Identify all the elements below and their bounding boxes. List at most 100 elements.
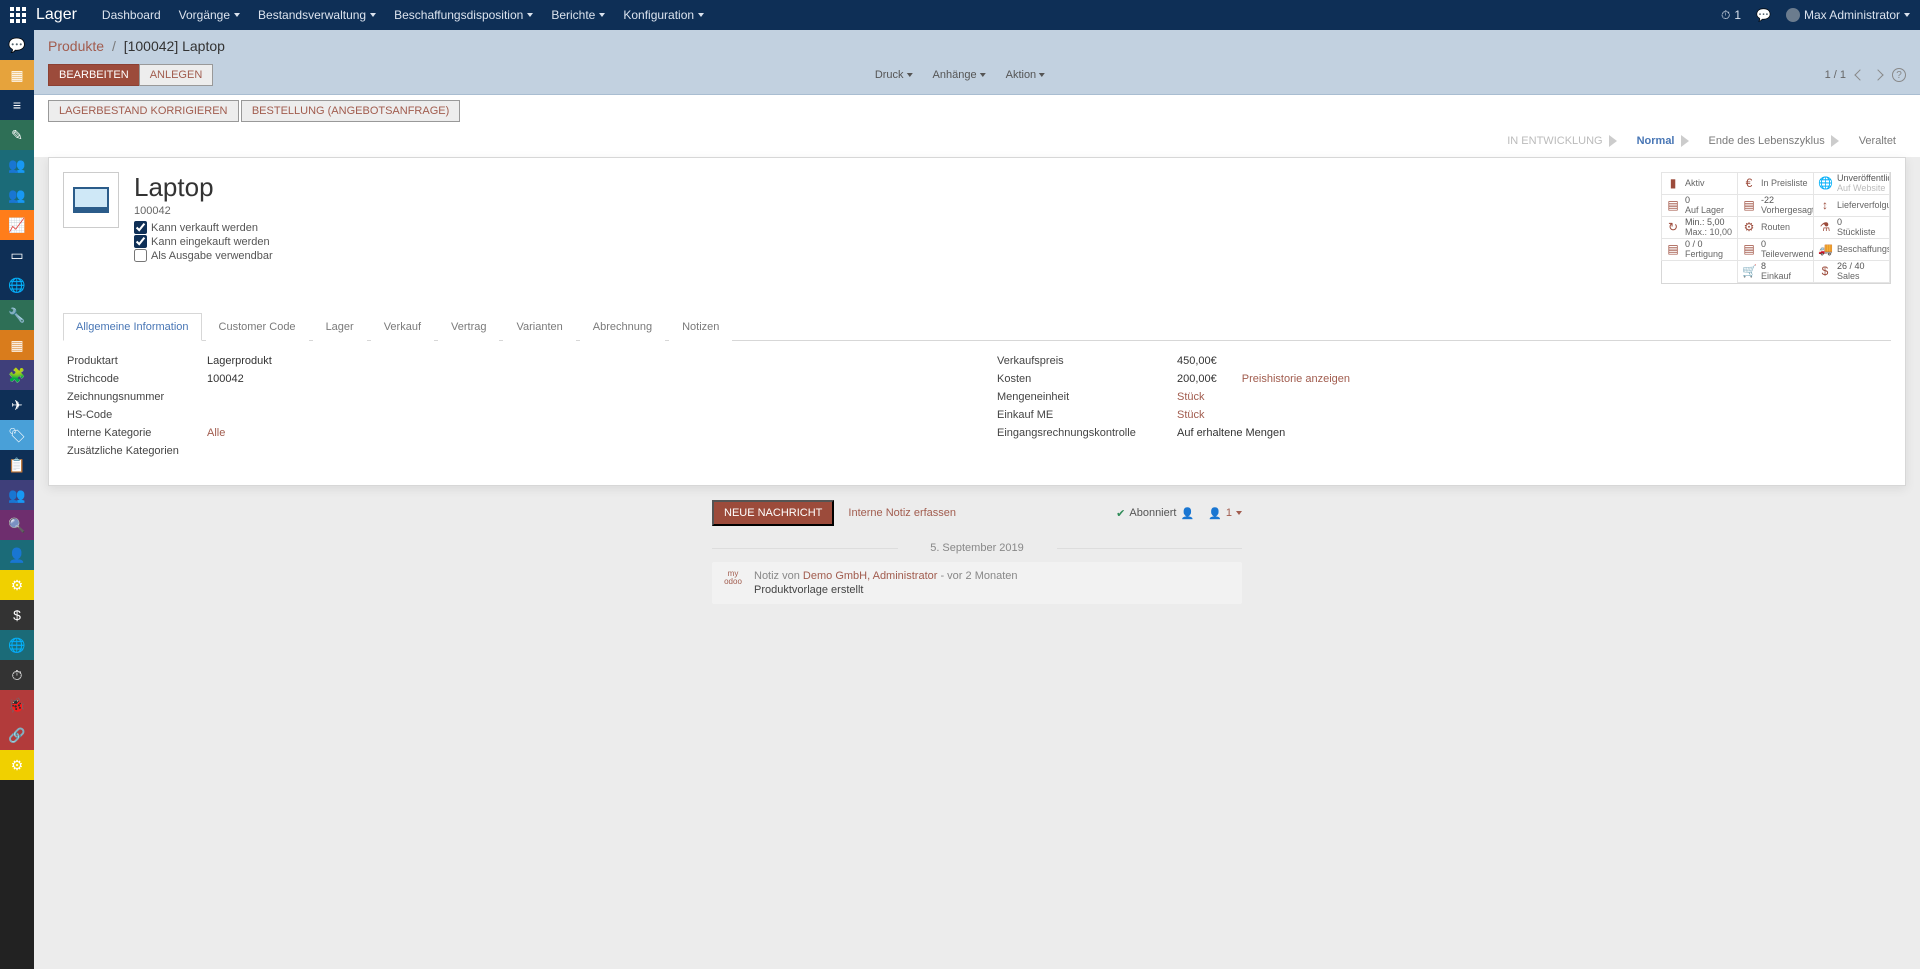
stage-dev[interactable]: IN ENTWICKLUNG <box>1497 131 1626 151</box>
rail-item-13[interactable]: 🏷 <box>0 420 34 450</box>
lbl-product-type: Produktart <box>67 355 187 367</box>
stat-reorder[interactable]: ↻Min.: 5,00Max.: 10,00 <box>1661 216 1738 239</box>
stat-used-in[interactable]: ▤0Teileverwend... <box>1737 238 1814 261</box>
tab-general[interactable]: Allgemeine Information <box>63 313 202 341</box>
stat-procurement[interactable]: 🚚Beschaffungs... <box>1813 238 1890 261</box>
action-menu[interactable]: Aktion <box>1006 69 1046 81</box>
stat-website[interactable]: 🌐Unveröffentlic...Auf Website <box>1813 172 1890 195</box>
tab-customer-code[interactable]: Customer Code <box>206 313 309 341</box>
stat-bom[interactable]: ⚗0Stückliste <box>1813 216 1890 239</box>
chatter: NEUE NACHRICHT Interne Notiz erfassen ✔A… <box>712 500 1242 604</box>
rail-item-20[interactable]: 🌐 <box>0 630 34 660</box>
message-author[interactable]: Demo GmbH, Administrator <box>803 570 937 582</box>
attachments-menu[interactable]: Anhänge <box>933 69 986 81</box>
price-history-link[interactable]: Preishistorie anzeigen <box>1242 373 1350 385</box>
rail-item-2[interactable]: ≡ <box>0 90 34 120</box>
breadcrumb-root[interactable]: Produkte <box>48 38 104 54</box>
rail-item-18[interactable]: ⚙ <box>0 570 34 600</box>
tab-variants[interactable]: Varianten <box>503 313 575 341</box>
rail-item-1[interactable]: ▦ <box>0 60 34 90</box>
rail-item-22[interactable]: 🐞 <box>0 690 34 720</box>
follow-button[interactable]: ✔Abonniert 👤 <box>1116 507 1194 520</box>
tab-sales[interactable]: Verkauf <box>371 313 434 341</box>
stat-traceability[interactable]: ↕Lieferverfolgu... <box>1813 194 1890 217</box>
lbl-category: Interne Kategorie <box>67 427 187 439</box>
followers-button[interactable]: 👤 1 <box>1208 507 1242 520</box>
tab-notes[interactable]: Notizen <box>669 313 732 341</box>
stat-pricelist[interactable]: €In Preisliste <box>1737 172 1814 195</box>
lbl-cost: Kosten <box>997 373 1157 385</box>
stat-onhand[interactable]: ▤0Auf Lager <box>1661 194 1738 217</box>
create-rfq-button[interactable]: BESTELLUNG (ANGEBOTSANFRAGE) <box>241 100 460 122</box>
breadcrumb-current: [100042] Laptop <box>124 38 225 54</box>
rail-item-0[interactable]: 💬 <box>0 30 34 60</box>
menu-dashboard[interactable]: Dashboard <box>102 8 161 22</box>
stat-sales[interactable]: $26 / 40Sales <box>1813 260 1890 283</box>
sale-ok-check[interactable]: Kann verkauft werden <box>134 221 273 234</box>
print-menu[interactable]: Druck <box>875 69 913 81</box>
val-list-price: 450,00€ <box>1177 355 1887 367</box>
stat-active[interactable]: ▮Aktiv <box>1661 172 1738 195</box>
rail-item-10[interactable]: ▦ <box>0 330 34 360</box>
rail-item-6[interactable]: 📈 <box>0 210 34 240</box>
tab-accounting[interactable]: Abrechnung <box>580 313 665 341</box>
menu-konfiguration[interactable]: Konfiguration <box>623 8 704 22</box>
caret-icon <box>370 13 376 17</box>
menu-berichte[interactable]: Berichte <box>551 8 605 22</box>
message-meta: Notiz von Demo GmbH, Administrator - vor… <box>754 570 1018 582</box>
purchase-ok-check[interactable]: Kann eingekauft werden <box>134 235 273 248</box>
help-icon[interactable]: ? <box>1892 68 1906 82</box>
product-image[interactable] <box>63 172 119 228</box>
stage-eol[interactable]: Ende des Lebenszyklus <box>1699 131 1849 151</box>
val-uom[interactable]: Stück <box>1177 391 1205 403</box>
update-qty-button[interactable]: LAGERBESTAND KORRIGIEREN <box>48 100 239 122</box>
rail-item-8[interactable]: 🌐 <box>0 270 34 300</box>
rail-item-24[interactable]: ⚙ <box>0 750 34 780</box>
user-menu[interactable]: Max Administrator <box>1786 8 1910 22</box>
menu-beschaffung[interactable]: Beschaffungsdisposition <box>394 8 533 22</box>
stage-bar: IN ENTWICKLUNG Normal Ende des Lebenszyk… <box>34 127 1920 157</box>
top-menu: Dashboard Vorgänge Bestandsverwaltung Be… <box>102 8 704 22</box>
caret-icon <box>234 13 240 17</box>
edit-button[interactable]: BEARBEITEN <box>48 64 140 86</box>
rail-item-3[interactable]: ✎ <box>0 120 34 150</box>
stat-forecast[interactable]: ▤-22Vorhergesagt <box>1737 194 1814 217</box>
rail-item-4[interactable]: 👥 <box>0 150 34 180</box>
rail-item-15[interactable]: 👥 <box>0 480 34 510</box>
apps-icon[interactable] <box>10 7 26 23</box>
pager-prev[interactable] <box>1854 69 1865 80</box>
rail-item-21[interactable]: ⏱ <box>0 660 34 690</box>
menu-bestand[interactable]: Bestandsverwaltung <box>258 8 376 22</box>
create-button[interactable]: ANLEGEN <box>139 64 214 86</box>
stage-normal[interactable]: Normal <box>1627 131 1699 151</box>
rail-item-5[interactable]: 👥 <box>0 180 34 210</box>
notifications[interactable]: ⏱ 1 <box>1721 8 1741 23</box>
lbl-bill-control: Eingangsrechnungskontrolle <box>997 427 1157 439</box>
new-message-button[interactable]: NEUE NACHRICHT <box>712 500 834 526</box>
rail-item-12[interactable]: ✈ <box>0 390 34 420</box>
rail-item-7[interactable]: ▭ <box>0 240 34 270</box>
val-po-uom[interactable]: Stück <box>1177 409 1205 421</box>
rail-item-11[interactable]: 🧩 <box>0 360 34 390</box>
stat-manufacturing[interactable]: ▤0 / 0Fertigung <box>1661 238 1738 261</box>
tab-inventory[interactable]: Lager <box>313 313 367 341</box>
stat-purchases[interactable]: 🛒8Einkauf <box>1737 260 1814 283</box>
rail-item-17[interactable]: 👤 <box>0 540 34 570</box>
tab-contract[interactable]: Vertrag <box>438 313 499 341</box>
avatar-icon <box>1786 8 1800 22</box>
menu-vorgaenge[interactable]: Vorgänge <box>179 8 240 22</box>
log-note-button[interactable]: Interne Notiz erfassen <box>848 507 956 519</box>
rail-item-14[interactable]: 📋 <box>0 450 34 480</box>
rail-item-16[interactable]: 🔍 <box>0 510 34 540</box>
val-cost: 200,00€ <box>1177 373 1217 385</box>
stat-routes[interactable]: ⚙Routen <box>1737 216 1814 239</box>
rail-item-9[interactable]: 🔧 <box>0 300 34 330</box>
app-name[interactable]: Lager <box>36 6 77 24</box>
rail-item-23[interactable]: 🔗 <box>0 720 34 750</box>
caret-icon <box>527 13 533 17</box>
pager-next[interactable] <box>1872 69 1883 80</box>
rail-item-19[interactable]: $ <box>0 600 34 630</box>
discuss-icon[interactable]: 💬 <box>1756 8 1771 22</box>
expense-ok-check[interactable]: Als Ausgabe verwendbar <box>134 249 273 262</box>
stage-obsolete[interactable]: Veraltet <box>1849 131 1906 151</box>
